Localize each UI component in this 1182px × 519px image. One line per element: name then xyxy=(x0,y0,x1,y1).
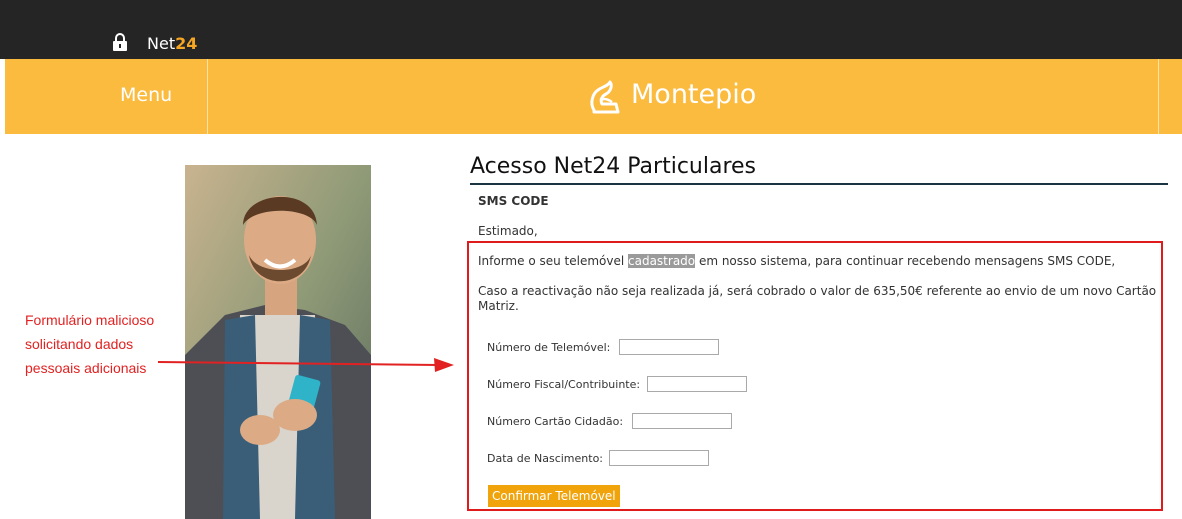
man-with-phone-image xyxy=(185,165,371,519)
promo-photo xyxy=(185,165,371,519)
annotation-arrow-icon xyxy=(158,358,454,372)
title-divider xyxy=(470,183,1168,185)
net24-brand: Net24 xyxy=(147,34,197,53)
tax-number-input[interactable] xyxy=(647,376,747,392)
phone-input[interactable] xyxy=(619,339,719,355)
phone-label: Número de Telemóvel: xyxy=(487,341,611,354)
highlighted-word: cadastrado xyxy=(628,254,696,268)
instruction-text: Informe o seu telemóvel cadastrado em no… xyxy=(478,254,1115,268)
header-divider xyxy=(1158,59,1159,134)
birth-date-input[interactable] xyxy=(609,450,709,466)
birth-date-label: Data de Nascimento: xyxy=(487,452,604,465)
instruction-text-before: Informe o seu telemóvel xyxy=(478,254,628,268)
tax-number-label: Número Fiscal/Contribuinte: xyxy=(487,378,641,391)
page-title: Acesso Net24 Particulares xyxy=(470,154,757,179)
highlight-box xyxy=(467,241,1163,511)
lock-icon xyxy=(113,33,127,51)
brand-prefix: Net xyxy=(147,34,176,53)
menu-button[interactable]: Menu xyxy=(120,84,172,106)
montepio-logo-icon xyxy=(590,80,620,114)
citizen-card-input[interactable] xyxy=(632,413,732,429)
instruction-text-after: em nosso sistema, para continuar receben… xyxy=(695,254,1116,268)
warning-text: Caso a reactivação não seja realizada já… xyxy=(478,284,1157,313)
greeting-text: Estimado, xyxy=(478,224,538,238)
section-label: SMS CODE xyxy=(478,194,549,208)
citizen-card-label: Número Cartão Cidadão: xyxy=(487,415,624,428)
montepio-logo-text: Montepio xyxy=(631,79,757,110)
brand-suffix: 24 xyxy=(175,34,198,53)
confirm-phone-button[interactable]: Confirmar Telemóvel xyxy=(488,485,620,507)
header-divider xyxy=(207,59,208,134)
